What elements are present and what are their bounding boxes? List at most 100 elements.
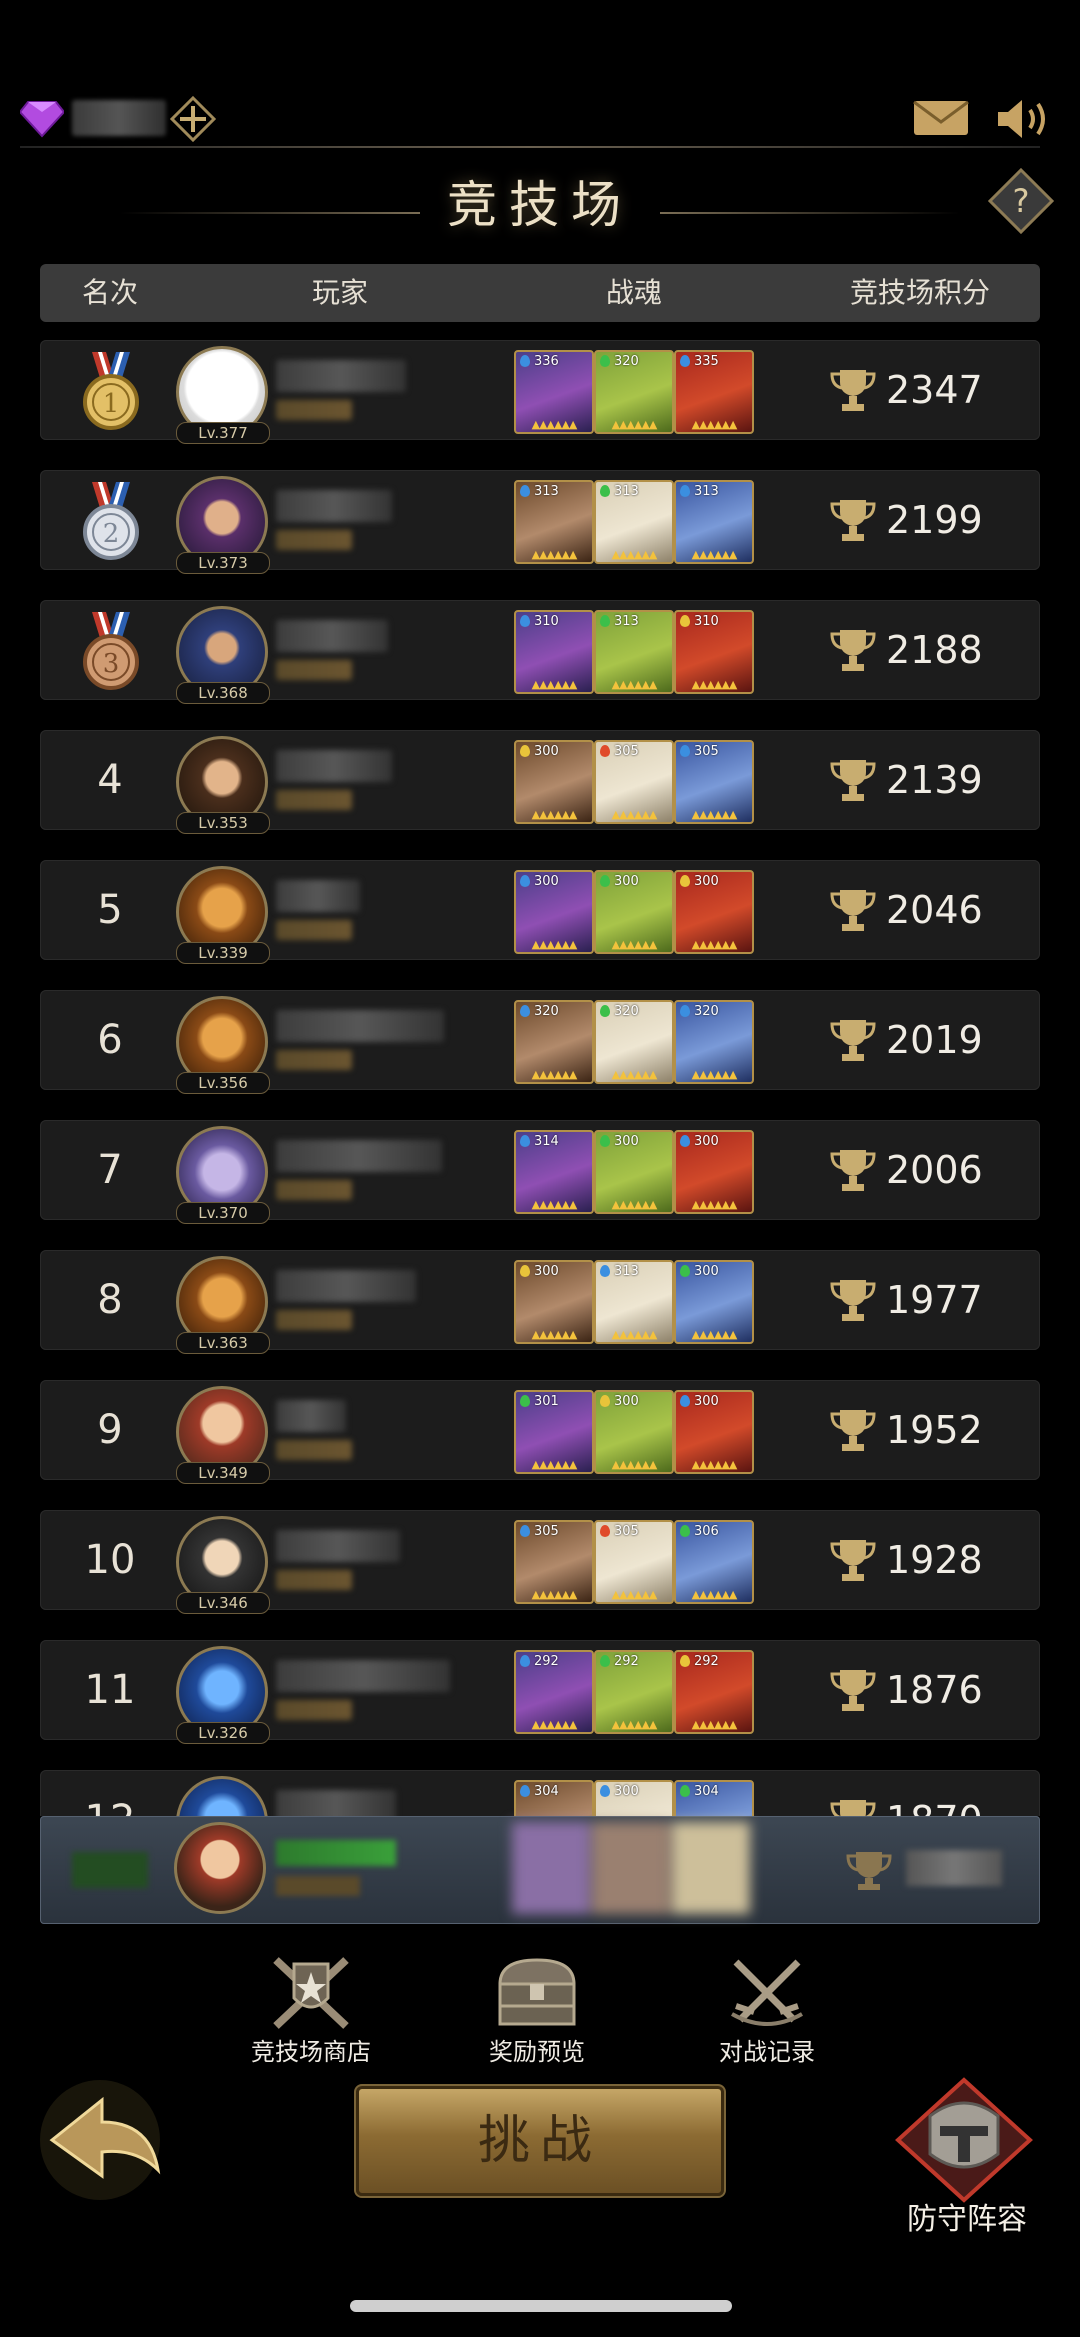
hero-lineup[interactable]: 336 ▲▲▲▲▲▲ 320 ▲▲▲▲▲▲ 335 ▲▲▲▲▲▲ [514,350,754,434]
hero-card[interactable]: 305 ▲▲▲▲▲▲ [594,1520,674,1604]
table-row[interactable]: 7 Lv.370 314 ▲▲▲▲▲▲ 300 ▲▲▲▲▲▲ 300 ▲▲▲▲▲▲ 2006 [40,1120,1040,1224]
star-rating-icon: ▲▲▲▲▲▲ [531,678,578,691]
hero-lineup[interactable]: 313 ▲▲▲▲▲▲ 313 ▲▲▲▲▲▲ 313 ▲▲▲▲▲▲ [514,480,754,564]
hero-card[interactable]: 320 ▲▲▲▲▲▲ [674,1000,754,1084]
mail-icon[interactable] [912,98,970,138]
player-avatar[interactable] [176,1776,268,1816]
hero-card[interactable]: 300▲▲▲▲▲▲ [514,870,594,954]
hero-lineup[interactable]: 292 ▲▲▲▲▲▲ 292 ▲▲▲▲▲▲ 292 ▲▲▲▲▲▲ [514,1650,754,1734]
hero-card[interactable]: 320 ▲▲▲▲▲▲ [594,1000,674,1084]
hero-card[interactable]: 313 ▲▲▲▲▲▲ [594,1260,674,1344]
trophy-icon [830,886,876,934]
hero-card[interactable]: 300▲▲▲▲▲▲ [674,1130,754,1214]
svg-text:?: ? [1013,182,1030,220]
table-row[interactable]: 9 Lv.349 301 ▲▲▲▲▲▲ 300 ▲▲▲▲▲▲ 300 ▲▲▲▲▲▲ 1952 [40,1380,1040,1484]
hero-lineup[interactable]: 301 ▲▲▲▲▲▲ 300 ▲▲▲▲▲▲ 300 ▲▲▲▲▲▲ [514,1390,754,1474]
hero-lineup[interactable]: 300 ▲▲▲▲▲▲ 300 ▲▲▲▲▲▲ 300 ▲▲▲▲▲▲ [514,870,754,954]
hero-lineup[interactable]: 300 ▲▲▲▲▲▲ 313 ▲▲▲▲▲▲ 300 ▲▲▲▲▲▲ [514,1260,754,1344]
trophy-icon [830,1016,876,1064]
hero-lineup[interactable]: 310 ▲▲▲▲▲▲ 313 ▲▲▲▲▲▲ 310 ▲▲▲▲▲▲ [514,610,754,694]
defense-lineup-label: 防守阵容 [907,2202,1027,2237]
hero-lineup[interactable]: 300 ▲▲▲▲▲▲ 305 ▲▲▲▲▲▲ 305 ▲▲▲▲▲▲ [514,740,754,824]
battle-history-button[interactable]: 对战记录 [692,1954,842,2067]
hero-card[interactable]: 314 ▲▲▲▲▲▲ [514,1130,594,1214]
hero-lineup[interactable]: 314 ▲▲▲▲▲▲ 300 ▲▲▲▲▲▲ 300 ▲▲▲▲▲▲ [514,1130,754,1214]
hero-card[interactable]: 292 ▲▲▲▲▲▲ [594,1650,674,1734]
hero-card[interactable]: 292 ▲▲▲▲▲▲ [674,1650,754,1734]
hero-card[interactable]: 300▲▲▲▲▲▲ [514,1260,594,1344]
hero-card[interactable]: 300▲▲▲▲▲▲ [674,1260,754,1344]
element-drop-icon [520,355,530,367]
trophy-icon [830,1276,876,1324]
rank-number: 8 [97,1277,123,1323]
arena-score: 1977 [886,1278,983,1322]
element-drop-icon [520,615,530,627]
element-drop-icon [520,1265,530,1277]
hero-card[interactable]: 320 ▲▲▲▲▲▲ [594,350,674,434]
hero-lineup[interactable]: 304▲▲▲▲▲▲300▲▲▲▲▲▲304▲▲▲▲▲▲ [514,1780,754,1816]
my-name [276,1840,396,1866]
table-row[interactable]: 11 Lv.326 292 ▲▲▲▲▲▲ 292 ▲▲▲▲▲▲ 292 ▲▲▲▲▲▲ 1876 [40,1640,1040,1744]
hero-card[interactable]: 300▲▲▲▲▲▲ [674,1390,754,1474]
hero-card[interactable]: 292 ▲▲▲▲▲▲ [514,1650,594,1734]
back-button[interactable] [30,2070,170,2210]
hero-card[interactable]: 320 ▲▲▲▲▲▲ [514,1000,594,1084]
help-button[interactable]: ? [987,167,1055,235]
hero-level: 336 [534,354,559,369]
rank-number [40,600,180,700]
hero-card[interactable]: 300▲▲▲▲▲▲ [514,740,594,824]
hero-card[interactable]: 300▲▲▲▲▲▲ [594,870,674,954]
hero-level: 305 [614,744,639,759]
home-indicator[interactable] [350,2300,732,2312]
player-name-redacted [276,360,406,392]
table-row[interactable]: 12 304▲▲▲▲▲▲300▲▲▲▲▲▲304▲▲▲▲▲▲ 1870 [40,1770,1040,1816]
table-row[interactable]: 10 Lv.346 305 ▲▲▲▲▲▲ 305 ▲▲▲▲▲▲ 306 ▲▲▲▲▲▲ 1928 [40,1510,1040,1614]
hero-card[interactable]: 300▲▲▲▲▲▲ [594,1390,674,1474]
challenge-button[interactable]: 挑战 [356,2086,724,2196]
star-rating-icon: ▲▲▲▲▲▲ [531,1718,578,1731]
hero-card[interactable]: 305 ▲▲▲▲▲▲ [514,1520,594,1604]
table-row[interactable]: 5 Lv.339 300 ▲▲▲▲▲▲ 300 ▲▲▲▲▲▲ 300 ▲▲▲▲▲▲ 2046 [40,860,1040,964]
rank-number [40,340,180,440]
table-row[interactable]: 3 Lv.368 310 ▲▲▲▲▲▲ 313 ▲▲▲▲▲▲ 310 ▲▲▲▲▲▲ 2188 [40,600,1040,704]
table-row[interactable]: 2 Lv.373 313 ▲▲▲▲▲▲ 313 ▲▲▲▲▲▲ 313 ▲▲▲▲▲▲ 2199 [40,470,1040,574]
element-drop-icon [680,1785,690,1797]
hero-level: 300 [694,1134,719,1149]
hero-level: 313 [614,484,639,499]
table-row[interactable]: 8 Lv.363 300 ▲▲▲▲▲▲ 313 ▲▲▲▲▲▲ 300 ▲▲▲▲▲▲ 1977 [40,1250,1040,1354]
hero-card[interactable]: 301 ▲▲▲▲▲▲ [514,1390,594,1474]
add-gem-button[interactable] [169,95,217,143]
sound-icon[interactable] [994,96,1050,142]
hero-card[interactable]: 305 ▲▲▲▲▲▲ [674,740,754,824]
table-row[interactable]: 6 Lv.356 320 ▲▲▲▲▲▲ 320 ▲▲▲▲▲▲ 320 ▲▲▲▲▲▲ 2019 [40,990,1040,1094]
hero-card[interactable]: 304▲▲▲▲▲▲ [514,1780,594,1816]
hero-card[interactable]: 300▲▲▲▲▲▲ [594,1130,674,1214]
hero-card[interactable]: 305 ▲▲▲▲▲▲ [594,740,674,824]
arena-shop-button[interactable]: 竞技场商店 [236,1954,386,2067]
element-drop-icon [520,1525,530,1537]
hero-card[interactable]: 313 ▲▲▲▲▲▲ [674,480,754,564]
element-drop-icon [600,485,610,497]
element-drop-icon [680,615,690,627]
hero-lineup[interactable]: 320 ▲▲▲▲▲▲ 320 ▲▲▲▲▲▲ 320 ▲▲▲▲▲▲ [514,1000,754,1084]
hero-card[interactable]: 304▲▲▲▲▲▲ [674,1780,754,1816]
hero-card[interactable]: 313 ▲▲▲▲▲▲ [594,610,674,694]
hero-card[interactable]: 313 ▲▲▲▲▲▲ [514,480,594,564]
table-row[interactable]: 4 Lv.353 300 ▲▲▲▲▲▲ 305 ▲▲▲▲▲▲ 305 ▲▲▲▲▲▲ 2139 [40,730,1040,834]
table-row[interactable]: 1 Lv.377 336 ▲▲▲▲▲▲ 320 ▲▲▲▲▲▲ 335 ▲▲▲▲▲▲ 2347 [40,340,1040,444]
ranking-list[interactable]: 1 Lv.377 336 ▲▲▲▲▲▲ 320 ▲▲▲▲▲▲ 335 ▲▲▲▲▲▲ 2347 2 L… [40,340,1040,1816]
hero-card[interactable]: 310 ▲▲▲▲▲▲ [674,610,754,694]
rank-number: 11 [84,1667,136,1713]
hero-card[interactable]: 335 ▲▲▲▲▲▲ [674,350,754,434]
hero-card[interactable]: 300▲▲▲▲▲▲ [594,1780,674,1816]
hero-level: 320 [614,1004,639,1019]
hero-lineup[interactable]: 305 ▲▲▲▲▲▲ 305 ▲▲▲▲▲▲ 306 ▲▲▲▲▲▲ [514,1520,754,1604]
player-level-badge: Lv.346 [176,1592,270,1614]
hero-card[interactable]: 336 ▲▲▲▲▲▲ [514,350,594,434]
hero-card[interactable]: 300▲▲▲▲▲▲ [674,870,754,954]
hero-card[interactable]: 313 ▲▲▲▲▲▲ [594,480,674,564]
hero-card[interactable]: 310 ▲▲▲▲▲▲ [514,610,594,694]
hero-level: 300 [614,1394,639,1409]
hero-card[interactable]: 306 ▲▲▲▲▲▲ [674,1520,754,1604]
rewards-preview-button[interactable]: 奖励预览 [462,1954,612,2067]
